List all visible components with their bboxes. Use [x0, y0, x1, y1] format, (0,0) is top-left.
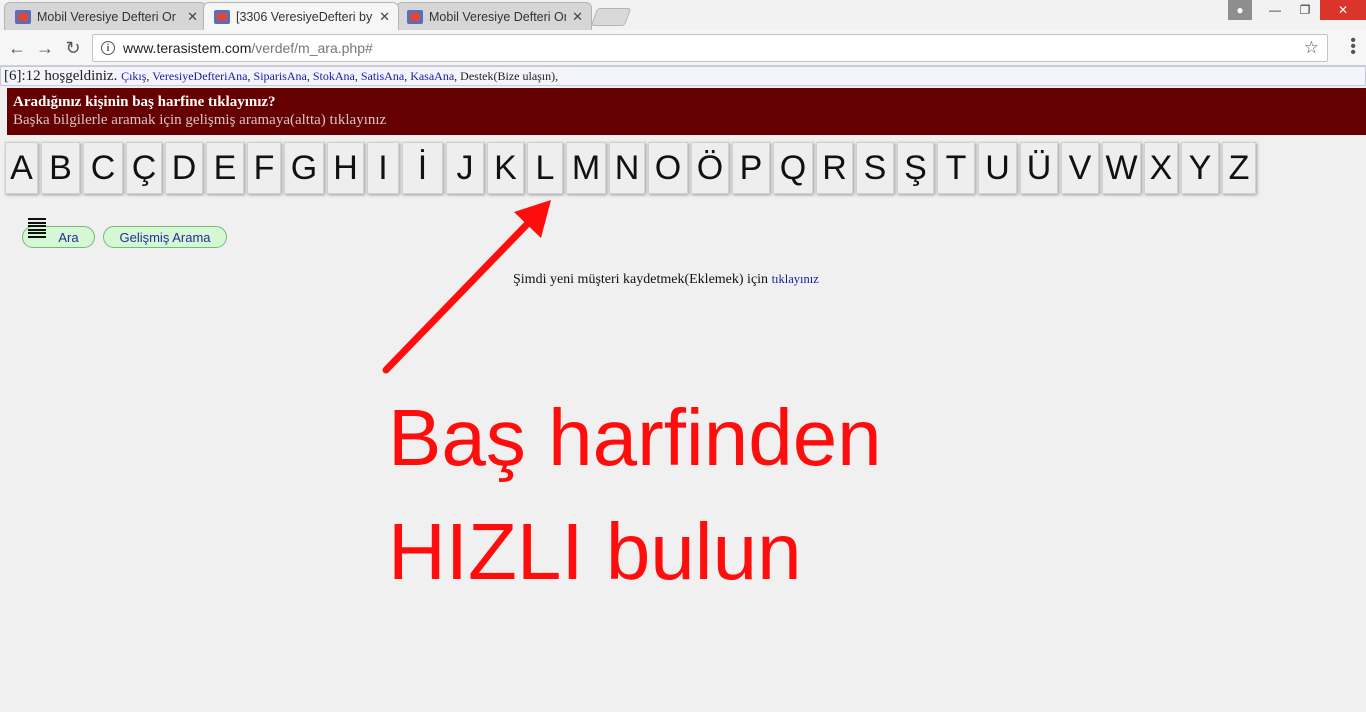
restore-icon[interactable]: ❐ — [1290, 0, 1320, 20]
bookmark-star-icon[interactable]: ☆ — [1304, 38, 1319, 58]
letter-button[interactable]: Y — [1181, 142, 1219, 194]
letter-button[interactable]: K — [487, 142, 524, 194]
letter-index: ABCÇDEFGHIİJKLMNOÖPQRSŞTUÜVWXYZ — [5, 142, 1259, 194]
logout-link[interactable]: Çıkış — [121, 69, 146, 83]
letter-button[interactable]: E — [206, 142, 244, 194]
sales-home-link[interactable]: SatisAna — [361, 69, 404, 83]
letter-button[interactable]: Ş — [897, 142, 934, 194]
site-favicon-icon — [407, 9, 423, 24]
letter-button[interactable]: I — [367, 142, 399, 194]
reload-icon[interactable]: ↻ — [62, 37, 84, 59]
browser-menu-icon[interactable]: • • • — [1350, 33, 1356, 61]
trailing-comma: , — [555, 69, 559, 83]
letter-button[interactable]: C — [83, 142, 123, 194]
minimize-icon[interactable]: — — [1260, 0, 1290, 20]
tab-title: [3306 VeresiyeDefteri by — [236, 9, 373, 24]
veresiye-home-link[interactable]: VeresiyeDefteriAna — [152, 69, 247, 83]
letter-button[interactable]: S — [856, 142, 894, 194]
letter-button[interactable]: A — [5, 142, 38, 194]
stock-home-link[interactable]: StokAna — [313, 69, 355, 83]
letter-button[interactable]: O — [648, 142, 688, 194]
letter-button[interactable]: V — [1061, 142, 1099, 194]
banner-title: Aradığınız kişinin baş harfine tıklayını… — [13, 94, 276, 110]
window-close-icon[interactable]: ✕ — [1320, 0, 1366, 20]
letter-button[interactable]: J — [446, 142, 484, 194]
welcome-greeting: [6]:12 hoşgeldiniz. — [4, 68, 118, 84]
tab-close-icon[interactable]: ✕ — [572, 9, 583, 25]
letter-button[interactable]: M — [566, 142, 606, 194]
letter-button[interactable]: L — [527, 142, 563, 194]
profile-icon[interactable]: ● — [1228, 0, 1252, 20]
letter-button[interactable]: P — [732, 142, 770, 194]
letter-button[interactable]: B — [41, 142, 80, 194]
letter-button[interactable]: F — [247, 142, 281, 194]
list-icon — [28, 218, 46, 238]
advanced-search-button[interactable]: Gelişmiş Arama — [103, 226, 227, 248]
tab-title: Mobil Veresiye Defteri Or — [429, 9, 567, 24]
letter-button[interactable]: T — [937, 142, 975, 194]
url-path: /verdef/m_ara.php# — [251, 40, 373, 56]
site-favicon-icon — [214, 9, 230, 24]
instruction-banner: Aradığınız kişinin baş harfine tıklayını… — [7, 88, 1366, 135]
new-customer-link[interactable]: tıklayınız — [772, 272, 819, 286]
site-favicon-icon — [15, 9, 31, 24]
order-home-link[interactable]: SiparisAna — [254, 69, 307, 83]
browser-tab-2[interactable]: [3306 VeresiyeDefteri by ✕ — [203, 2, 399, 30]
back-arrow-icon[interactable]: ← — [6, 37, 28, 59]
search-button-label: Ara — [58, 229, 79, 245]
support-link[interactable]: Destek(Bize ulaşın) — [460, 69, 555, 83]
letter-button[interactable]: R — [816, 142, 853, 194]
annotation-line-2: HIZLI bulun — [388, 507, 802, 596]
letter-button[interactable]: X — [1144, 142, 1178, 194]
forward-arrow-icon[interactable]: → — [34, 37, 56, 59]
letter-button[interactable]: Ü — [1020, 142, 1058, 194]
tab-close-icon[interactable]: ✕ — [379, 9, 390, 25]
annotation-line-1: Baş harfinden — [388, 393, 882, 482]
letter-button[interactable]: Q — [773, 142, 813, 194]
letter-button[interactable]: H — [327, 142, 364, 194]
welcome-bar: [6]:12 hoşgeldiniz. Çıkış, VeresiyeDefte… — [0, 66, 1366, 86]
tab-close-icon[interactable]: ✕ — [187, 9, 198, 25]
window-controls: ● — ❐ ✕ — [1228, 0, 1366, 22]
letter-button[interactable]: G — [284, 142, 324, 194]
search-buttons: Ara Gelişmiş Arama — [22, 218, 227, 248]
browser-toolbar: ← → ↻ i www.terasistem.com/verdef/m_ara.… — [0, 30, 1366, 66]
tab-strip: Mobil Veresiye Defteri Or ✕ [3306 Veresi… — [0, 0, 1366, 30]
new-tab-button[interactable] — [590, 8, 632, 26]
cash-home-link[interactable]: KasaAna — [410, 69, 454, 83]
letter-button[interactable]: U — [978, 142, 1017, 194]
info-icon[interactable]: i — [101, 41, 115, 55]
new-customer-text: Şimdi yeni müşteri kaydetmek(Eklemek) iç… — [513, 272, 769, 287]
letter-button[interactable]: Ç — [126, 142, 162, 194]
banner-subtitle: Başka bilgilerle aramak için gelişmiş ar… — [13, 112, 387, 128]
letter-button[interactable]: D — [165, 142, 203, 194]
url-host: www.terasistem.com — [123, 40, 252, 56]
new-customer-prompt: Şimdi yeni müşteri kaydetmek(Eklemek) iç… — [513, 272, 819, 288]
letter-button[interactable]: N — [609, 142, 645, 194]
letter-button[interactable]: İ — [402, 142, 443, 194]
tab-title: Mobil Veresiye Defteri Or — [37, 9, 176, 24]
browser-tab-3[interactable]: Mobil Veresiye Defteri Or ✕ — [396, 2, 592, 30]
address-bar[interactable]: i www.terasistem.com/verdef/m_ara.php# ☆ — [92, 34, 1328, 62]
search-button[interactable]: Ara — [22, 218, 95, 248]
advanced-search-label: Gelişmiş Arama — [119, 229, 211, 245]
letter-button[interactable]: Ö — [691, 142, 729, 194]
browser-tab-1[interactable]: Mobil Veresiye Defteri Or ✕ — [4, 2, 207, 30]
letter-button[interactable]: Z — [1222, 142, 1256, 194]
letter-button[interactable]: W — [1102, 142, 1141, 194]
